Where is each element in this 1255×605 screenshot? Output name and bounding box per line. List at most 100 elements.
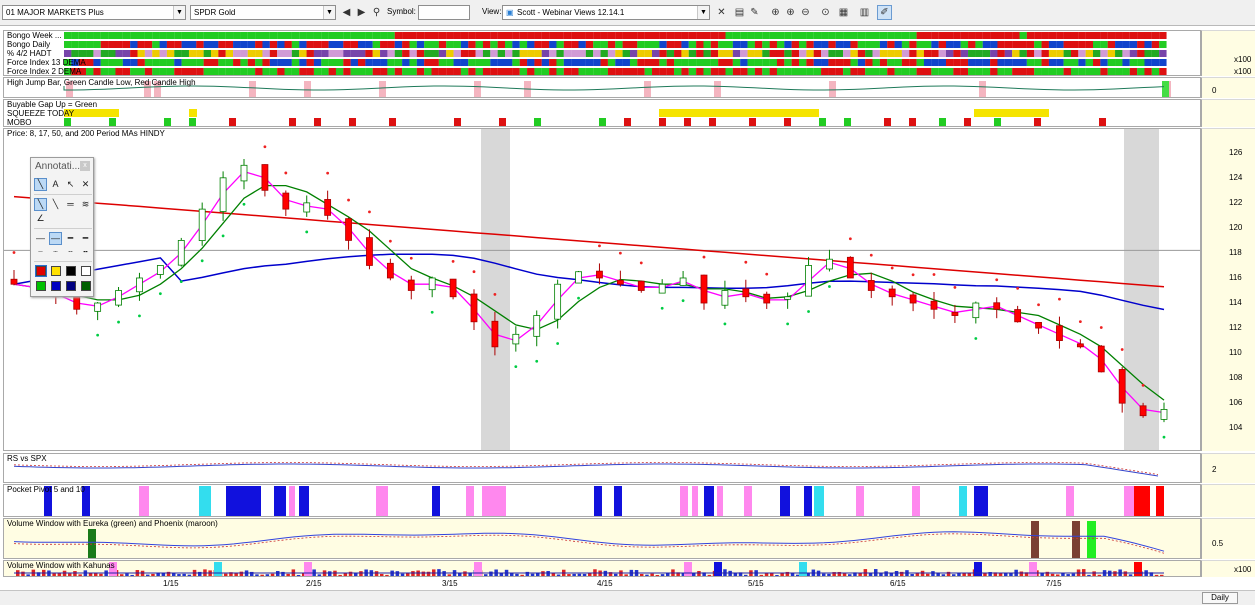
volume-bar — [1128, 574, 1133, 576]
strip-cell — [593, 32, 601, 39]
strip-cell — [556, 59, 564, 66]
grid-icon[interactable]: ▦ — [836, 5, 851, 20]
strip-cell — [512, 50, 520, 57]
strip-cell — [1063, 68, 1071, 75]
candle-body — [1056, 325, 1063, 341]
chart-bars-icon[interactable]: ▥ — [857, 5, 872, 20]
thin-line-icon[interactable]: — — [34, 232, 47, 245]
chevron-down-icon[interactable]: ▼ — [323, 6, 335, 19]
angle-icon[interactable]: ∠ — [34, 212, 47, 225]
mobo-cell — [964, 118, 971, 126]
pocket-pivot-bar — [814, 486, 824, 516]
period-button[interactable]: Daily — [1202, 592, 1238, 604]
chevron-down-icon[interactable]: ▼ — [697, 6, 709, 19]
previous-symbol-button[interactable]: ◀ — [339, 5, 354, 20]
trailing-stop-dot — [974, 337, 978, 340]
color-darkgreen-swatch[interactable] — [81, 281, 91, 291]
symbol-input[interactable] — [418, 5, 470, 20]
volume-bar — [796, 574, 800, 576]
strip-cell — [975, 59, 983, 66]
volume-bar — [328, 571, 332, 576]
strip-cell — [313, 32, 322, 39]
zoom-out-icon[interactable]: ⊖ — [798, 5, 813, 20]
strip-cell — [321, 41, 329, 48]
mobo-cell — [289, 118, 296, 126]
strip-cell — [505, 68, 513, 75]
channel-icon[interactable]: ≋ — [79, 198, 92, 211]
strip-cell — [666, 41, 675, 48]
trailing-stop-dot — [995, 278, 999, 282]
strip-cell — [762, 59, 770, 66]
strip-cell — [593, 41, 601, 48]
annotation-tool-icon[interactable]: ✐ — [877, 5, 892, 20]
pointer-tool-icon[interactable]: ↖ — [64, 178, 77, 191]
thick-line-icon[interactable]: ━ — [64, 232, 77, 245]
binoculars-icon[interactable]: ⚲ — [369, 5, 384, 20]
close-icon[interactable]: x — [80, 161, 90, 171]
zoom-reset-icon[interactable]: ⊙ — [818, 5, 833, 20]
zoom-icon[interactable]: ⊕ — [768, 5, 783, 20]
save-view-icon[interactable]: ▤ — [732, 5, 747, 20]
dashed-line-icon[interactable]: ┄ — [49, 246, 62, 259]
color-green-swatch[interactable] — [36, 281, 46, 291]
strip-cell — [71, 32, 79, 39]
toolbar: 01 MAJOR MARKETS Plus ▼ SPDR Gold ▼ ◀ ▶ … — [0, 0, 1255, 26]
strip-cell — [269, 59, 278, 66]
color-navy-swatch[interactable] — [66, 281, 76, 291]
annotation-palette[interactable]: Annotati... x ╲ A ↖ ✕ ╲ ╲ ═ ≋ ∠ — — ━ ━ … — [30, 157, 94, 297]
strip-cell — [718, 68, 726, 75]
text-tool-icon[interactable]: A — [49, 178, 62, 191]
strip-cell — [203, 50, 212, 57]
volume-bar — [359, 571, 363, 576]
strip-bongo-daily-title: Bongo Daily — [7, 40, 51, 49]
strip-cell — [740, 68, 748, 75]
strip-cell — [968, 32, 976, 39]
strip-cell — [659, 68, 667, 75]
strip-cell — [652, 59, 660, 66]
strip-cell — [997, 50, 1005, 57]
strip-cell — [615, 68, 623, 75]
properties-icon[interactable]: ✎ — [747, 5, 762, 20]
delete-tool-icon[interactable]: ✕ — [79, 178, 92, 191]
trendline-icon[interactable]: ╲ — [34, 198, 47, 211]
strip-cell — [990, 68, 998, 75]
strip-cell — [321, 68, 329, 75]
strip-cell — [571, 68, 579, 75]
strip-cell — [872, 50, 880, 57]
strip-cell — [769, 59, 777, 66]
watchlist-dropdown[interactable]: 01 MAJOR MARKETS Plus ▼ — [2, 5, 186, 20]
color-yellow-swatch[interactable] — [51, 266, 61, 276]
strip-cell — [460, 32, 469, 39]
heavy-line-icon[interactable]: ━ — [79, 232, 92, 245]
strip-cell — [982, 50, 991, 57]
view-dropdown[interactable]: ▣ Scott - Webinar Views 12.14.1 ▼ — [502, 5, 710, 20]
ray-icon[interactable]: ╲ — [49, 198, 62, 211]
strip-cell — [799, 41, 807, 48]
dotted-line-icon[interactable]: ┈ — [34, 246, 47, 259]
next-symbol-button[interactable]: ▶ — [354, 5, 369, 20]
strip-cell — [534, 50, 542, 57]
color-white-swatch[interactable] — [81, 266, 91, 276]
color-blue-swatch[interactable] — [51, 281, 61, 291]
candle-body — [407, 279, 415, 291]
instrument-dropdown[interactable]: SPDR Gold ▼ — [190, 5, 336, 20]
dash-dot-line-icon[interactable]: ╌ — [64, 246, 77, 259]
chevron-down-icon[interactable]: ▼ — [173, 6, 185, 19]
trailing-stop-dot — [221, 234, 225, 238]
candle-body — [240, 164, 248, 182]
strip-cell — [365, 68, 373, 75]
high-jump-bar — [249, 81, 256, 97]
strip-cell — [1093, 32, 1101, 39]
strip-cell — [909, 41, 917, 48]
medium-line-icon[interactable]: — — [49, 232, 62, 245]
color-red-swatch[interactable] — [35, 265, 47, 277]
strip-cell — [688, 50, 697, 57]
line-tool-icon[interactable]: ╲ — [34, 178, 47, 191]
parallel-lines-icon[interactable]: ═ — [64, 198, 77, 211]
long-dash-line-icon[interactable]: ╍ — [79, 246, 92, 259]
close-view-icon[interactable]: ✕ — [714, 5, 729, 20]
strip-cell — [607, 32, 616, 39]
strip-cell — [291, 50, 300, 57]
color-black-swatch[interactable] — [66, 266, 76, 276]
zoom-in-icon[interactable]: ⊕ — [783, 5, 798, 20]
